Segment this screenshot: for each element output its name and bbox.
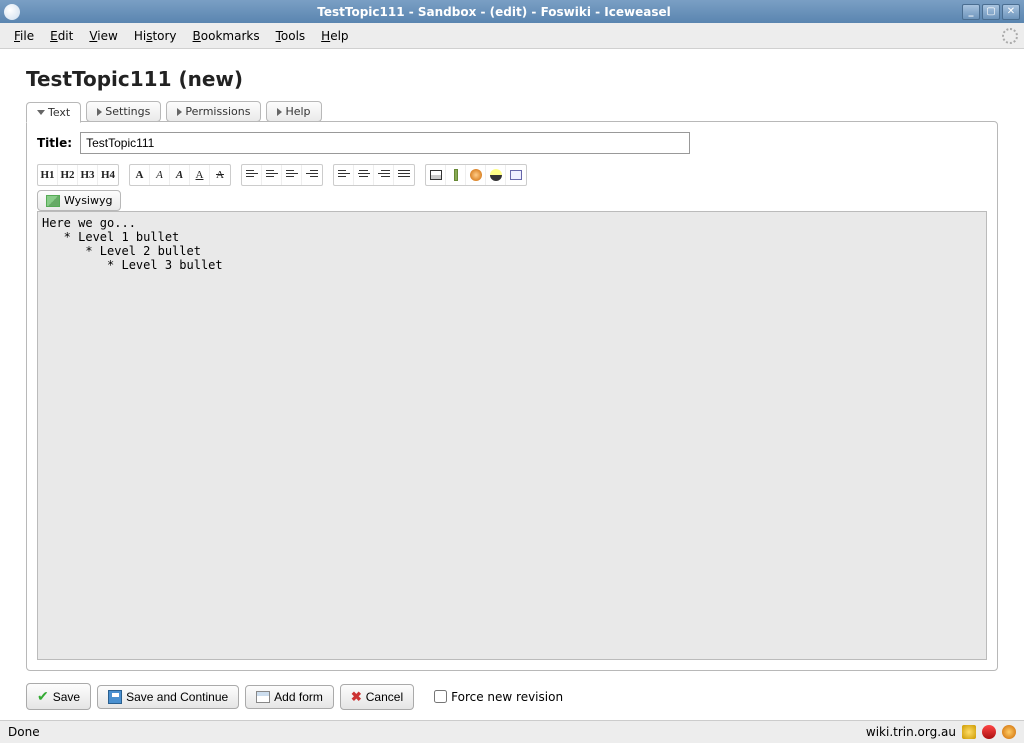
- add-form-label: Add form: [274, 690, 323, 704]
- tab-text-label: Text: [48, 106, 70, 119]
- h4-button[interactable]: H4: [98, 165, 118, 185]
- tab-help[interactable]: Help: [266, 101, 321, 122]
- table-button[interactable]: [426, 165, 446, 185]
- title-input[interactable]: [80, 132, 690, 154]
- window-titlebar: TestTopic111 - Sandbox - (edit) - Foswik…: [0, 0, 1024, 23]
- bold-button[interactable]: A: [130, 165, 150, 185]
- h1-button[interactable]: H1: [38, 165, 58, 185]
- indent-button[interactable]: [302, 165, 322, 185]
- save-button[interactable]: ✔ Save: [26, 683, 91, 710]
- lock-icon: [962, 725, 976, 739]
- form-icon: [256, 691, 270, 703]
- list-group: [241, 164, 323, 186]
- cancel-label: Cancel: [366, 690, 403, 704]
- loading-spinner-icon: [1002, 28, 1018, 44]
- force-revision-label: Force new revision: [451, 690, 563, 704]
- chevron-right-icon: [177, 108, 182, 116]
- h2-button[interactable]: H2: [58, 165, 78, 185]
- addon-icon-2[interactable]: [1002, 725, 1016, 739]
- menu-view[interactable]: View: [81, 27, 125, 45]
- tab-settings[interactable]: Settings: [86, 101, 161, 122]
- tab-settings-label: Settings: [105, 105, 150, 118]
- window-controls: _ ▢ ✕: [962, 4, 1020, 20]
- cancel-button[interactable]: ✖ Cancel: [340, 684, 414, 710]
- save-continue-button[interactable]: Save and Continue: [97, 685, 239, 709]
- tab-permissions[interactable]: Permissions: [166, 101, 261, 122]
- bullet-list-button[interactable]: [262, 165, 282, 185]
- menu-bookmarks[interactable]: Bookmarks: [185, 27, 268, 45]
- align-left-button[interactable]: [334, 165, 354, 185]
- chevron-right-icon: [97, 108, 102, 116]
- status-text: Done: [8, 725, 40, 739]
- menu-tools[interactable]: Tools: [268, 27, 314, 45]
- check-icon: ✔: [37, 688, 49, 705]
- insert-group: [425, 164, 527, 186]
- insert-2-button[interactable]: [446, 165, 466, 185]
- link-button[interactable]: [466, 165, 486, 185]
- add-form-button[interactable]: Add form: [245, 685, 334, 709]
- align-justify-button[interactable]: [394, 165, 414, 185]
- menu-help[interactable]: Help: [313, 27, 356, 45]
- window-title: TestTopic111 - Sandbox - (edit) - Foswik…: [26, 5, 962, 19]
- save-label: Save: [53, 690, 80, 704]
- align-group: [333, 164, 415, 186]
- chevron-right-icon: [277, 108, 282, 116]
- minimize-button[interactable]: _: [962, 4, 980, 20]
- underline-button[interactable]: A: [190, 165, 210, 185]
- align-right-button[interactable]: [374, 165, 394, 185]
- align-center-button[interactable]: [354, 165, 374, 185]
- numbered-list-button[interactable]: [242, 165, 262, 185]
- tab-permissions-label: Permissions: [185, 105, 250, 118]
- page-content: TestTopic111 (new) Text Settings Permiss…: [0, 49, 1024, 720]
- force-revision-row[interactable]: Force new revision: [434, 690, 563, 704]
- browser-statusbar: Done wiki.trin.org.au: [0, 720, 1024, 743]
- close-button[interactable]: ✕: [1002, 4, 1020, 20]
- bold-italic-button[interactable]: A: [170, 165, 190, 185]
- browser-menubar: File Edit View History Bookmarks Tools H…: [0, 23, 1024, 49]
- menu-history[interactable]: History: [126, 27, 185, 45]
- strike-button[interactable]: A: [210, 165, 230, 185]
- page-title: TestTopic111 (new): [26, 67, 998, 91]
- status-domain: wiki.trin.org.au: [866, 725, 956, 739]
- action-bar: ✔ Save Save and Continue Add form ✖ Cancel…: [26, 683, 998, 710]
- menu-edit[interactable]: Edit: [42, 27, 81, 45]
- wysiwyg-icon: [46, 195, 60, 207]
- editor-textarea[interactable]: [37, 211, 987, 660]
- format-group: A A A A A: [129, 164, 231, 186]
- addon-icon-1[interactable]: [982, 725, 996, 739]
- save-continue-label: Save and Continue: [126, 690, 228, 704]
- title-label: Title:: [37, 136, 72, 150]
- tab-help-label: Help: [285, 105, 310, 118]
- maximize-button[interactable]: ▢: [982, 4, 1000, 20]
- special-char-button[interactable]: [506, 165, 526, 185]
- emoticon-button[interactable]: [486, 165, 506, 185]
- force-revision-checkbox[interactable]: [434, 690, 447, 703]
- edit-panel: Title: H1 H2 H3 H4 A A A A A: [26, 121, 998, 671]
- title-row: Title:: [37, 132, 987, 154]
- chevron-down-icon: [37, 110, 45, 115]
- editor-toolbar: H1 H2 H3 H4 A A A A A: [37, 164, 987, 186]
- heading-group: H1 H2 H3 H4: [37, 164, 119, 186]
- menu-file[interactable]: File: [6, 27, 42, 45]
- italic-button[interactable]: A: [150, 165, 170, 185]
- disk-icon: [108, 690, 122, 704]
- wysiwyg-button[interactable]: Wysiwyg: [37, 190, 121, 211]
- outdent-button[interactable]: [282, 165, 302, 185]
- tab-text[interactable]: Text: [26, 102, 81, 123]
- h3-button[interactable]: H3: [78, 165, 98, 185]
- x-icon: ✖: [351, 689, 362, 705]
- wysiwyg-label: Wysiwyg: [64, 194, 112, 207]
- app-icon: [4, 4, 20, 20]
- edit-tabs: Text Settings Permissions Help: [26, 101, 998, 122]
- status-right: wiki.trin.org.au: [866, 725, 1016, 739]
